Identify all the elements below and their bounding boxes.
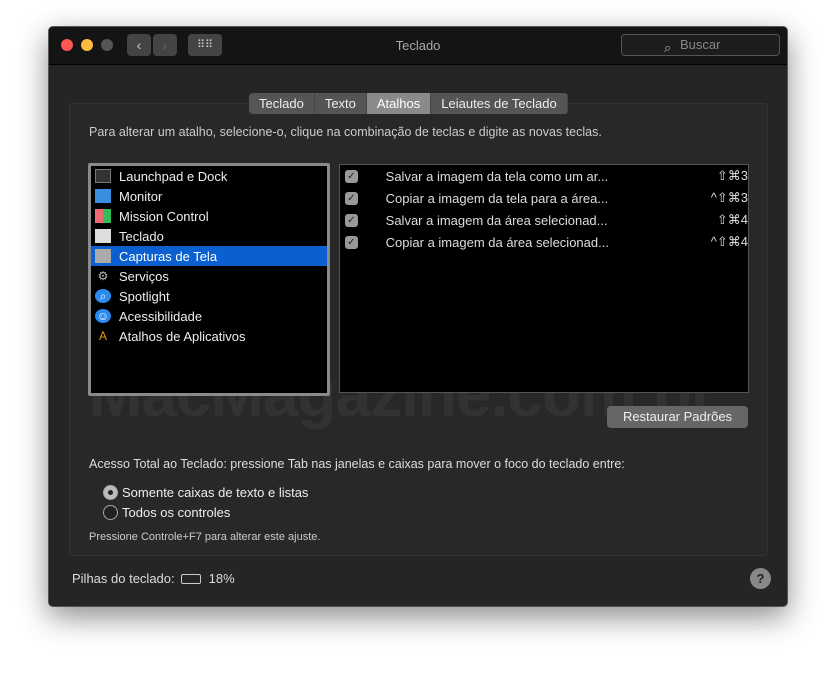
category-spotlight[interactable]: ⌕ Spotlight (91, 286, 327, 306)
table-row[interactable]: ✓ Copiar a imagem da tela para a área... ^… (340, 187, 748, 209)
category-capturas[interactable]: Capturas de Tela (91, 246, 327, 266)
keyboard-battery: Pilhas do teclado: 18% (72, 571, 235, 586)
category-monitor[interactable]: Monitor (91, 186, 327, 206)
shortcut-table: ✓ Salvar a imagem da tela como um ar... ⇧⌘… (339, 164, 749, 393)
radio-all-controls[interactable]: Todos os controles (103, 505, 230, 520)
hint-text: Pressione Controle+F7 para alterar este … (89, 531, 321, 543)
instruction-text: Para alterar um atalho, selecione-o, cli… (89, 125, 602, 139)
radio-text-boxes-lists[interactable]: Somente caixas de texto e listas (103, 485, 308, 500)
screenshot-icon (95, 249, 111, 263)
category-teclado[interactable]: Teclado (91, 226, 327, 246)
restore-defaults-button[interactable]: Restaurar Padrões (607, 406, 748, 428)
enable-checkbox[interactable]: ✓ (345, 235, 358, 249)
radio-button[interactable] (103, 505, 118, 520)
tab-bar: Teclado Texto Atalhos Leiautes de Teclad… (249, 93, 568, 114)
category-launchpad[interactable]: Launchpad e Dock (91, 166, 327, 186)
category-mission-control[interactable]: Mission Control (91, 206, 327, 226)
app-shortcuts-icon: A (98, 329, 107, 343)
category-servicos[interactable]: ⚙ Serviços (91, 266, 327, 286)
category-acessibilidade[interactable]: ☺ Acessibilidade (91, 306, 327, 326)
enable-checkbox[interactable]: ✓ (345, 169, 358, 183)
title-bar: ‹ › ⠿⠿ Teclado ⌕ Buscar (49, 27, 787, 65)
table-row[interactable]: ✓ Copiar a imagem da área selecionad... ^⇧… (340, 231, 748, 253)
tab-atalhos[interactable]: Atalhos (366, 93, 432, 114)
search-icon: ⌕ (664, 40, 672, 55)
preferences-window: ‹ › ⠿⠿ Teclado ⌕ Buscar Teclado Texto Ata… (48, 26, 788, 607)
table-row[interactable]: ✓ Salvar a imagem da tela como um ar... ⇧⌘… (340, 165, 748, 187)
keyboard-icon (95, 229, 111, 243)
radio-button[interactable] (103, 485, 118, 500)
gear-icon: ⚙ (97, 269, 109, 283)
search-input[interactable]: ⌕ Buscar (621, 34, 780, 56)
battery-icon (180, 573, 201, 584)
help-button[interactable]: ? (750, 568, 771, 589)
accessibility-icon: ☺ (95, 309, 111, 323)
launchpad-icon (95, 169, 111, 183)
table-row[interactable]: ✓ Salvar a imagem da área selecionad... ⇧⌘… (340, 209, 748, 231)
tab-teclado[interactable]: Teclado (249, 93, 315, 114)
category-atalhos-aplicativos[interactable]: A Atalhos de Aplicativos (91, 326, 327, 346)
enable-checkbox[interactable]: ✓ (345, 191, 358, 205)
category-list: Launchpad e Dock Monitor Mission Control… (88, 163, 330, 396)
full-access-label: Acesso Total ao Teclado: pressione Tab n… (89, 457, 625, 471)
spotlight-icon: ⌕ (95, 289, 111, 303)
tab-texto[interactable]: Texto (315, 93, 367, 114)
mission-control-icon (95, 209, 111, 223)
tab-leiautes[interactable]: Leiautes de Teclado (431, 93, 568, 114)
enable-checkbox[interactable]: ✓ (345, 213, 358, 227)
monitor-icon (95, 189, 111, 203)
